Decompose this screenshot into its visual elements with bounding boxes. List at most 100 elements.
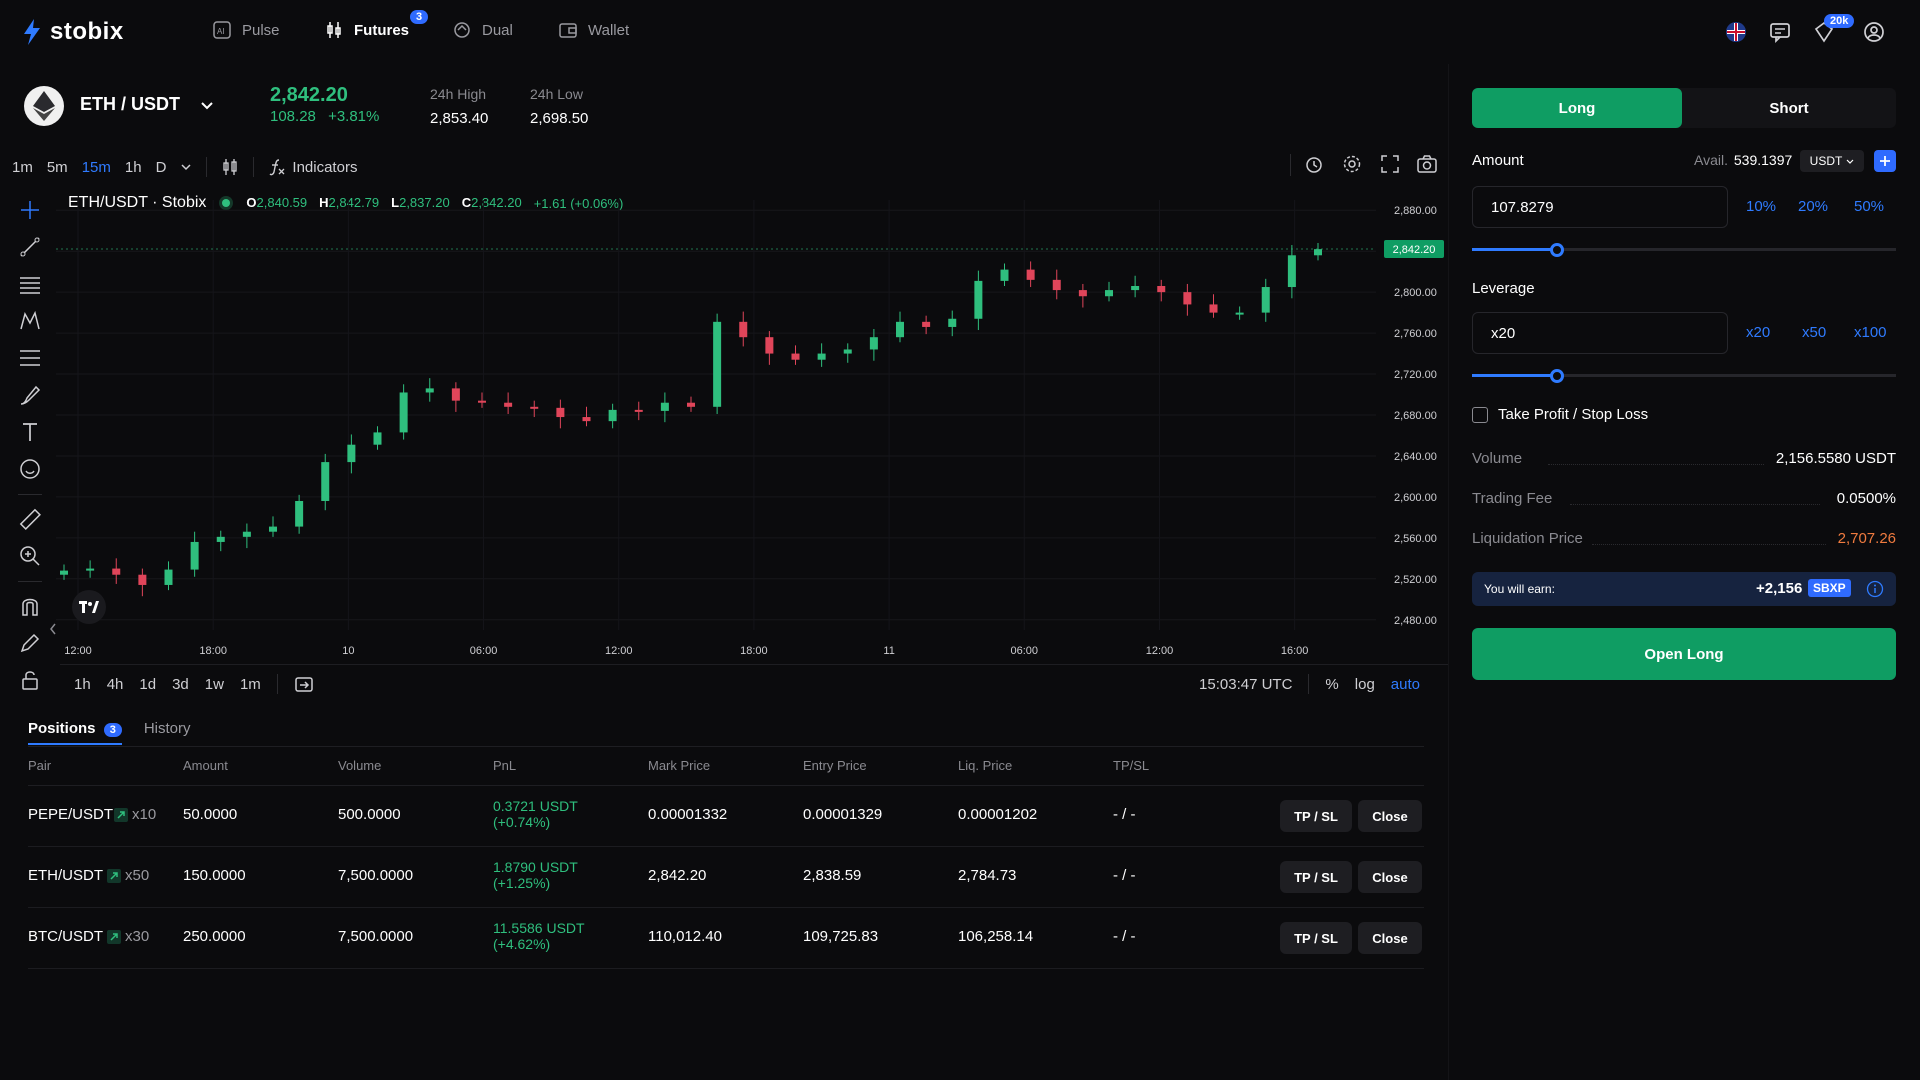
- fib-icon[interactable]: [18, 346, 42, 370]
- tradingview-logo[interactable]: [72, 590, 106, 624]
- close-button[interactable]: Close: [1358, 861, 1422, 893]
- text-tool-icon[interactable]: [18, 420, 42, 444]
- range-4h[interactable]: 4h: [107, 676, 124, 693]
- crosshair-icon[interactable]: [18, 198, 42, 222]
- tab-positions-label: Positions: [28, 720, 96, 737]
- tp-sl-button[interactable]: TP / SL: [1280, 861, 1352, 893]
- chart-toolbar: 1m 5m 15m 1h D Indicators: [12, 155, 357, 179]
- range-1d[interactable]: 1d: [139, 676, 156, 693]
- user-icon[interactable]: [1862, 20, 1886, 44]
- price-chart[interactable]: 2,880.002,840.002,800.002,760.002,720.00…: [56, 190, 1446, 660]
- amount-preset-20[interactable]: 20%: [1798, 198, 1828, 215]
- indicators-button[interactable]: Indicators: [268, 158, 357, 176]
- range-3d[interactable]: 3d: [172, 676, 189, 693]
- price-change: 108.28 +3.81%: [270, 108, 379, 125]
- range-1w[interactable]: 1w: [205, 676, 224, 693]
- lock-pencil-icon[interactable]: [18, 631, 42, 655]
- positions-count-badge: 3: [103, 723, 122, 737]
- settings-gear-icon[interactable]: [1342, 154, 1362, 174]
- trend-line-icon[interactable]: [18, 235, 42, 259]
- tp-sl-button[interactable]: TP / SL: [1280, 922, 1352, 954]
- leverage-preset-x50[interactable]: x50: [1802, 324, 1826, 341]
- tab-history[interactable]: History: [144, 720, 191, 745]
- avail-value: 539.1397: [1733, 152, 1793, 168]
- last-price-label: 2,842.20: [1393, 244, 1436, 256]
- nav-pulse[interactable]: AI Pulse: [212, 20, 280, 40]
- pattern-icon[interactable]: [18, 309, 42, 333]
- interval-1m[interactable]: 1m: [12, 159, 33, 176]
- horizontal-lines-icon[interactable]: [18, 272, 42, 296]
- candle-body: [817, 353, 826, 360]
- alert-clock-icon[interactable]: [1304, 154, 1324, 174]
- amount-preset-10[interactable]: 10%: [1746, 198, 1776, 215]
- table-row: ETH/USDT x50 150.0000 7,500.0000 1.8790 …: [28, 847, 1424, 908]
- emoji-icon[interactable]: [18, 457, 42, 481]
- chevron-down-icon[interactable]: [180, 161, 192, 173]
- range-1h[interactable]: 1h: [74, 676, 91, 693]
- row-volume: 7,500.0000: [338, 928, 414, 945]
- pair-selector[interactable]: ETH / USDT: [80, 94, 215, 115]
- date-range-icon[interactable]: [294, 674, 314, 694]
- nav-futures[interactable]: Futures 3: [324, 10, 429, 40]
- amount-input[interactable]: 107.8279: [1472, 186, 1728, 228]
- log-toggle[interactable]: log: [1355, 676, 1375, 693]
- tpsl-checkbox[interactable]: [1472, 406, 1488, 423]
- camera-icon[interactable]: [1416, 153, 1438, 175]
- fullscreen-icon[interactable]: [1380, 154, 1400, 174]
- info-icon[interactable]: [1866, 580, 1884, 598]
- row-pnl-value: 11.5586 USDT: [493, 920, 585, 936]
- percent-toggle[interactable]: %: [1325, 676, 1338, 693]
- amount-slider-handle[interactable]: [1549, 243, 1564, 257]
- brush-icon[interactable]: [18, 383, 42, 407]
- y-tick-label: 2,480.00: [1394, 615, 1437, 627]
- candlestick-type-icon[interactable]: [221, 158, 239, 176]
- candle-body: [791, 353, 800, 360]
- range-1m[interactable]: 1m: [240, 676, 261, 693]
- candle-body: [1235, 312, 1244, 315]
- add-funds-button[interactable]: [1874, 150, 1896, 172]
- fee-label: Trading Fee: [1472, 490, 1553, 507]
- chat-icon[interactable]: [1768, 20, 1792, 44]
- long-tab[interactable]: Long: [1472, 88, 1682, 128]
- row-liq: 106,258.14: [958, 928, 1034, 945]
- lock-icon[interactable]: [18, 668, 42, 692]
- interval-1h[interactable]: 1h: [125, 159, 142, 176]
- interval-15m[interactable]: 15m: [82, 159, 111, 176]
- candle-body: [164, 569, 173, 585]
- interval-d[interactable]: D: [156, 159, 167, 176]
- ruler-icon[interactable]: [18, 507, 42, 531]
- leverage-preset-x100[interactable]: x100: [1854, 324, 1887, 341]
- leverage-preset-x20[interactable]: x20: [1746, 324, 1770, 341]
- pair-name: ETH / USDT: [80, 94, 181, 114]
- brand-logo[interactable]: stobix: [22, 18, 124, 46]
- col-amount: Amount: [183, 758, 228, 773]
- interval-5m[interactable]: 5m: [47, 159, 68, 176]
- amount-preset-50[interactable]: 50%: [1854, 198, 1884, 215]
- zoom-in-icon[interactable]: [18, 544, 42, 568]
- language-flag-icon[interactable]: [1724, 20, 1748, 44]
- liquidation-value: 2,707.26: [1837, 530, 1896, 547]
- leverage-input[interactable]: x20: [1472, 312, 1728, 354]
- candle-body: [138, 574, 147, 585]
- candle-body: [1157, 286, 1166, 293]
- tpsl-toggle[interactable]: Take Profit / Stop Loss: [1472, 406, 1648, 423]
- utc-time[interactable]: 15:03:47 UTC: [1199, 676, 1292, 693]
- collapse-tools-chevron[interactable]: [48, 622, 58, 639]
- col-pnl: PnL: [493, 758, 517, 773]
- price-change-pct: +3.81%: [328, 108, 380, 125]
- nav-wallet[interactable]: Wallet: [558, 20, 629, 40]
- auto-toggle[interactable]: auto: [1391, 676, 1420, 693]
- dual-icon: [454, 22, 470, 38]
- nav-dual[interactable]: Dual: [452, 20, 513, 40]
- short-tab[interactable]: Short: [1682, 88, 1896, 128]
- close-button[interactable]: Close: [1358, 922, 1422, 954]
- tab-positions[interactable]: Positions 3: [28, 720, 122, 745]
- tp-sl-button[interactable]: TP / SL: [1280, 800, 1352, 832]
- eth-logo: [24, 86, 64, 126]
- currency-select[interactable]: USDT: [1800, 150, 1864, 172]
- x-tick-label: 18:00: [199, 645, 227, 657]
- open-long-button[interactable]: Open Long: [1472, 628, 1896, 680]
- close-button[interactable]: Close: [1358, 800, 1422, 832]
- magnet-icon[interactable]: [18, 594, 42, 618]
- leverage-slider-handle[interactable]: [1549, 369, 1564, 383]
